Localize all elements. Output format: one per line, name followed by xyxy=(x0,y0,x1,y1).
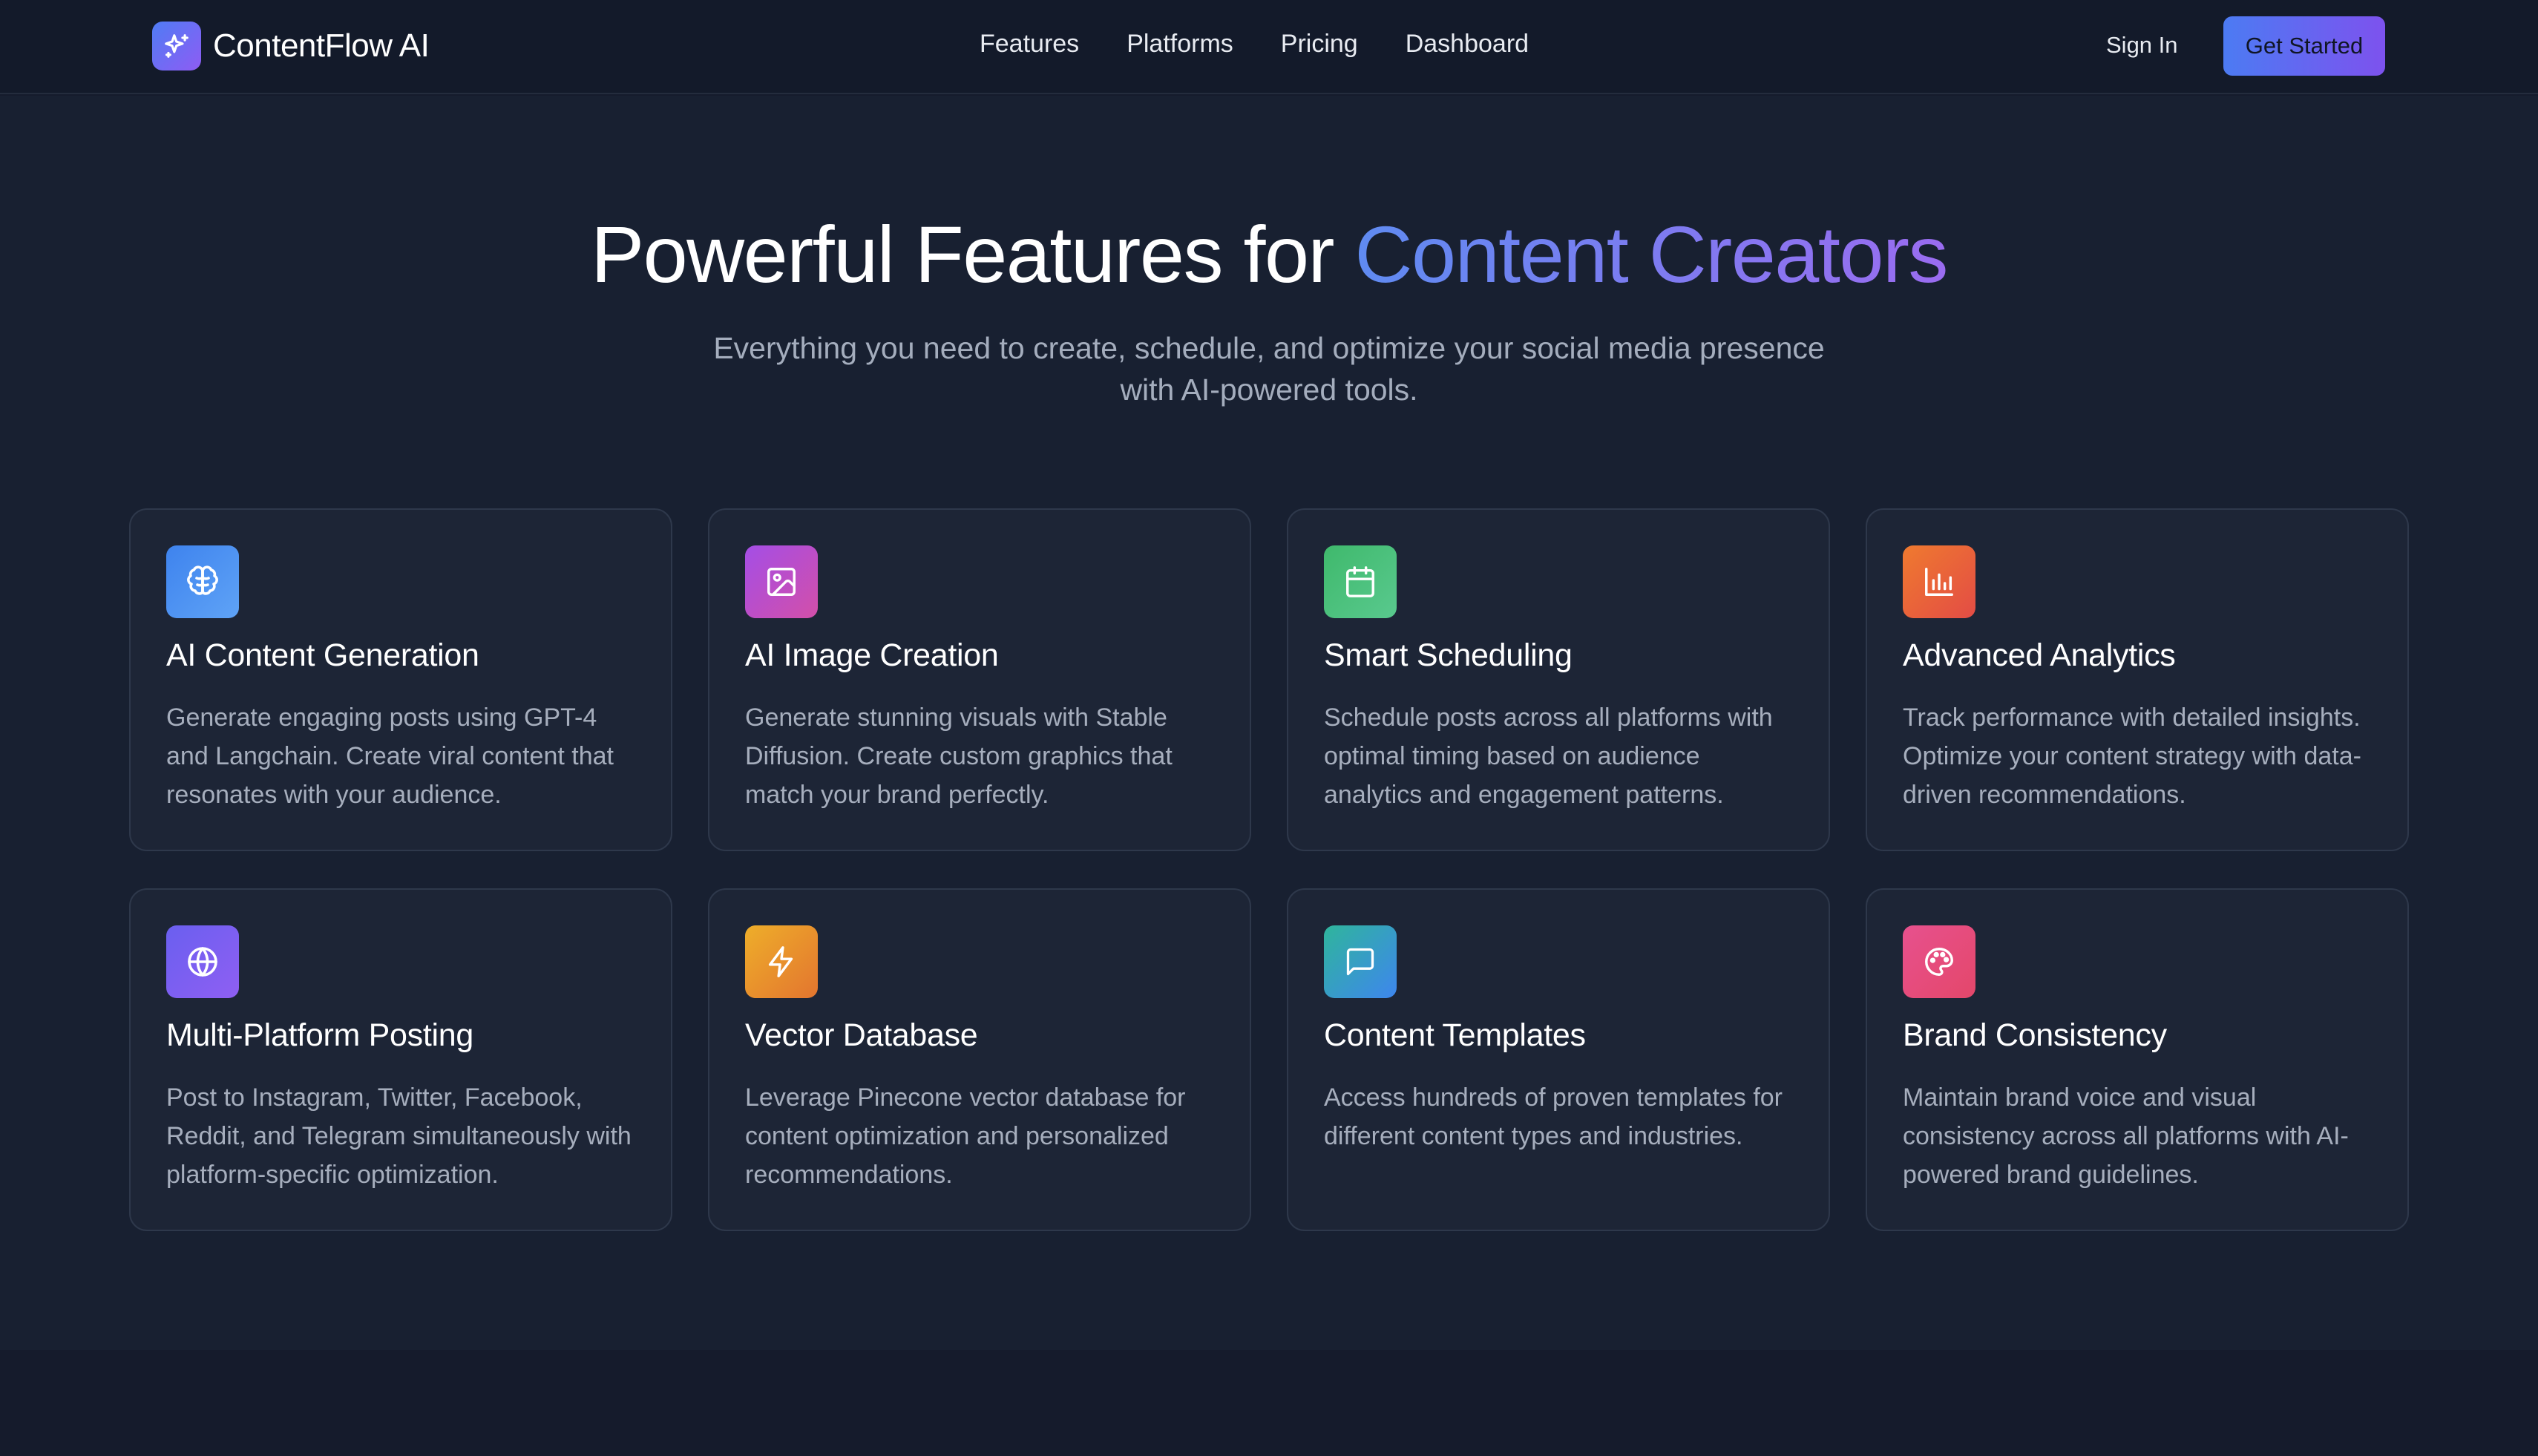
title-plain: Powerful Features for xyxy=(591,209,1334,299)
title-accent: Content Creators xyxy=(1354,209,1949,299)
feature-card-ai-image-creation: AI Image Creation Generate stunning visu… xyxy=(708,508,1251,851)
brain-icon xyxy=(166,545,239,618)
feature-title: Smart Scheduling xyxy=(1324,637,1573,673)
feature-description: Generate engaging posts using GPT-4 and … xyxy=(166,704,614,809)
feature-title: Multi-Platform Posting xyxy=(166,1017,473,1053)
features-section: Powerful Features for Content Creators E… xyxy=(0,96,2538,1350)
feature-title: Content Templates xyxy=(1324,1017,1586,1053)
feature-description: Leverage Pinecone vector database for co… xyxy=(745,1083,1186,1189)
feature-card-advanced-analytics: Advanced Analytics Track performance wit… xyxy=(1866,508,2409,851)
feature-description: Track performance with detailed insights… xyxy=(1903,704,2361,809)
feature-description: Access hundreds of proven templates for … xyxy=(1324,1083,1783,1150)
top-navbar: ContentFlow AI Features Platforms Pricin… xyxy=(0,0,2538,94)
sparkles-icon xyxy=(152,22,201,70)
nav-link-features[interactable]: Features xyxy=(980,30,1079,59)
calendar-icon xyxy=(1324,545,1397,618)
feature-title: Brand Consistency xyxy=(1903,1017,2167,1053)
feature-card-multi-platform-posting: Multi-Platform Posting Post to Instagram… xyxy=(129,888,672,1231)
palette-icon xyxy=(1903,925,1975,998)
page-subtitle: Everything you need to create, schedule,… xyxy=(713,331,1825,407)
message-square-icon xyxy=(1324,925,1397,998)
sign-in-link[interactable]: Sign In xyxy=(2106,32,2178,59)
feature-description: Schedule posts across all platforms with… xyxy=(1324,704,1773,809)
image-icon xyxy=(745,545,818,618)
main-nav: Features Platforms Pricing Dashboard xyxy=(980,30,1529,59)
feature-description: Post to Instagram, Twitter, Facebook, Re… xyxy=(166,1083,632,1189)
feature-card-smart-scheduling: Smart Scheduling Schedule posts across a… xyxy=(1287,508,1830,851)
nav-link-dashboard[interactable]: Dashboard xyxy=(1406,30,1529,59)
nav-link-platforms[interactable]: Platforms xyxy=(1127,30,1233,59)
page-title: Powerful Features for Content Creators xyxy=(0,209,2538,299)
feature-card-vector-database: Vector Database Leverage Pinecone vector… xyxy=(708,888,1251,1231)
feature-card-content-templates: Content Templates Access hundreds of pro… xyxy=(1287,888,1830,1231)
feature-title: AI Content Generation xyxy=(166,637,479,673)
feature-title: AI Image Creation xyxy=(745,637,999,673)
nav-link-pricing[interactable]: Pricing xyxy=(1281,30,1358,59)
page-bottom-band xyxy=(0,1350,2538,1456)
get-started-button[interactable]: Get Started xyxy=(2223,16,2385,76)
feature-card-brand-consistency: Brand Consistency Maintain brand voice a… xyxy=(1866,888,2409,1231)
feature-card-ai-content-generation: AI Content Generation Generate engaging … xyxy=(129,508,672,851)
lightning-icon xyxy=(745,925,818,998)
brand[interactable]: ContentFlow AI xyxy=(152,22,430,70)
feature-title: Vector Database xyxy=(745,1017,978,1053)
feature-description: Generate stunning visuals with Stable Di… xyxy=(745,704,1173,809)
feature-title: Advanced Analytics xyxy=(1903,637,2176,673)
feature-description: Maintain brand voice and visual consiste… xyxy=(1903,1083,2349,1189)
bar-chart-icon xyxy=(1903,545,1975,618)
brand-name: ContentFlow AI xyxy=(213,27,430,64)
globe-icon xyxy=(166,925,239,998)
